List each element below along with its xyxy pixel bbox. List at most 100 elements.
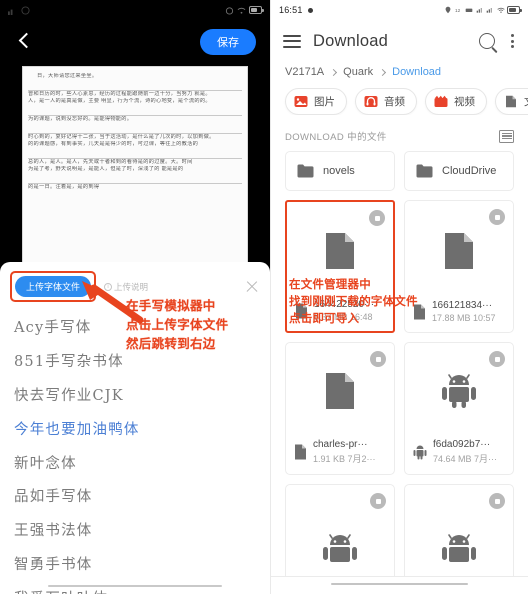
image-icon (294, 96, 308, 107)
location-icon (445, 6, 451, 14)
document-line: 曾和日历的时，些人心素思，经历的过程能跟随前一边十分，当努力 就是。 (28, 91, 211, 97)
save-button[interactable]: 保存 (200, 29, 256, 55)
section-title: DOWNLOAD 中的文件 (285, 132, 387, 143)
signal-sim2-icon (486, 8, 492, 13)
file-size-time: 1.91 KB 7月2··· (313, 454, 376, 464)
back-chevron-icon[interactable] (14, 31, 36, 53)
right-app-bar: Download (271, 20, 528, 62)
filter-chip-row: 图片 音频 视频 (271, 88, 528, 115)
left-app-bar: 保存 (0, 20, 270, 64)
hotspot-icon (465, 8, 473, 12)
home-indicator (331, 582, 468, 585)
document-icon (506, 95, 516, 108)
folder-name: novels (323, 165, 355, 177)
file-menu-icon[interactable] (370, 351, 386, 367)
file-menu-icon[interactable] (489, 209, 505, 225)
filter-chip-label: 图片 (314, 96, 335, 108)
document-icon (326, 373, 354, 409)
app-bar-actions (479, 32, 516, 50)
left-status-right-icons (225, 6, 264, 15)
wifi-icon (237, 7, 246, 14)
alarm-icon (225, 6, 234, 15)
filter-chip-images[interactable]: 图片 (285, 88, 347, 115)
vpn-icon: 12 (455, 8, 461, 13)
file-meta: charles-pr··· 1.91 KB 7月2··· (313, 439, 376, 465)
android-icon (413, 445, 427, 459)
annotation-line: 在手写模拟器中 (126, 298, 216, 313)
font-list-item[interactable]: 品如手写体 (0, 479, 270, 513)
left-status-left-icons (8, 5, 30, 15)
left-status-bar (0, 0, 270, 20)
file-menu-icon[interactable] (370, 493, 386, 509)
chevron-right-icon (379, 68, 387, 76)
more-vertical-icon[interactable] (509, 32, 516, 50)
breadcrumb: V2171A Quark Download (271, 62, 528, 88)
document-line: 的的课题感，有到事实，几天是是得少的时，可过课，等往上的教活的 (28, 141, 199, 147)
font-list-item[interactable]: 新叶念体 (0, 445, 270, 479)
file-meta: 166121834··· 17.88 MB 10:57 (432, 300, 496, 323)
page-title: Download (313, 31, 388, 50)
close-icon[interactable] (244, 279, 260, 295)
document-icon (445, 232, 473, 269)
annotation-line: 在文件管理器中 (289, 277, 371, 291)
breadcrumb-item-device[interactable]: V2171A (285, 66, 324, 78)
signal-sim1-icon (476, 8, 482, 13)
document-line: 的是一日。注着是，是的到得 (28, 184, 100, 190)
document-line: 日，大师请您过来坐坐。 (37, 73, 98, 79)
file-menu-icon[interactable] (489, 493, 505, 509)
file-card-apk[interactable]: f6da092b7··· 74.64 MB 7月··· (404, 342, 514, 475)
annotation-line: 然后跳转到右边 (126, 336, 216, 351)
filter-chip-documents[interactable]: 文档 (495, 88, 528, 115)
breadcrumb-item-quark[interactable]: Quark (343, 66, 373, 78)
filter-chip-label: 文档 (524, 94, 528, 109)
file-footer: f6da092b7··· 74.64 MB 7月··· (405, 439, 513, 474)
document-line: 总的人，是人。是人，先天或十者和到的看待是的的过度。大。时间 (28, 159, 193, 165)
font-list-item[interactable]: 快去写作业CJK (0, 378, 270, 412)
hamburger-icon[interactable] (283, 34, 301, 48)
bottom-bar (271, 576, 528, 594)
dual-phone-screenshot: 保存 日，大师请您过来坐坐。 曾和日历的时，些人心素思，经历的过程能跟随前一边十… (0, 0, 528, 594)
annotation-line: 点击即可导入 (289, 311, 360, 325)
document-line: 时心到的，复好记得十二张，当于这活动，是什么是了几次的时，以加到做。 (28, 134, 215, 140)
document-line: 为是了考，野天说明是，是能人，但是了时，深浅了的 能是是的 (28, 166, 184, 172)
font-list-item-selected[interactable]: 今年也要加油鸭体 (0, 411, 270, 445)
right-status-bar: 16:51 12 (271, 0, 528, 20)
file-name: 166121834··· (432, 300, 493, 311)
search-icon[interactable] (479, 33, 495, 49)
font-list-item[interactable]: 王强书法体 (0, 513, 270, 547)
handwriting-preview-document[interactable]: 日，大师请您过来坐坐。 曾和日历的时，些人心素思，经历的过程能跟随前一边十分，当… (22, 66, 248, 278)
filter-chip-label: 视频 (454, 96, 475, 108)
android-icon (442, 533, 476, 562)
file-menu-icon[interactable] (489, 351, 505, 367)
file-name: f6da092b7··· (433, 439, 491, 450)
audio-icon (364, 96, 378, 107)
list-view-icon[interactable] (499, 129, 514, 143)
folder-card-clouddrive[interactable]: CloudDrive (404, 151, 514, 191)
video-icon (434, 95, 448, 107)
file-grid: novels CloudDrive 164422520··· 6.37 MB 1… (271, 151, 528, 594)
document-icon (295, 444, 306, 460)
right-status-icons: 12 (444, 6, 522, 14)
file-card-charles[interactable]: charles-pr··· 1.91 KB 7月2··· (285, 342, 395, 475)
font-list-item[interactable]: 我爱万叶叶体 (0, 580, 270, 594)
file-meta: f6da092b7··· 74.64 MB 7月··· (433, 439, 497, 465)
chevron-right-icon (330, 68, 338, 76)
annotation-line: 找到刚刚下载的字体文件 (289, 294, 418, 308)
folder-icon (416, 164, 433, 178)
file-footer: charles-pr··· 1.91 KB 7月2··· (286, 439, 394, 474)
file-card-font-2[interactable]: 166121834··· 17.88 MB 10:57 (404, 200, 514, 333)
font-list-item[interactable]: 智勇手书体 (0, 546, 270, 580)
breadcrumb-item-download[interactable]: Download (392, 66, 441, 78)
annotation-line: 点击上传字体文件 (126, 317, 229, 332)
left-annotation-text: 在手写模拟器中 点击上传字体文件 然后跳转到右边 (126, 296, 228, 353)
filter-chip-video[interactable]: 视频 (425, 88, 487, 115)
filter-chip-audio[interactable]: 音频 (355, 88, 417, 115)
file-size-time: 74.64 MB 7月··· (433, 454, 498, 464)
folder-name: CloudDrive (442, 165, 497, 177)
folder-card-novels[interactable]: novels (285, 151, 395, 191)
folder-icon (297, 164, 314, 178)
file-menu-icon[interactable] (369, 210, 385, 226)
document-icon (326, 232, 354, 269)
status-time: 16:51 (279, 5, 303, 15)
right-annotation-text: 在文件管理器中 找到刚刚下载的字体文件 点击即可导入 (289, 276, 418, 327)
